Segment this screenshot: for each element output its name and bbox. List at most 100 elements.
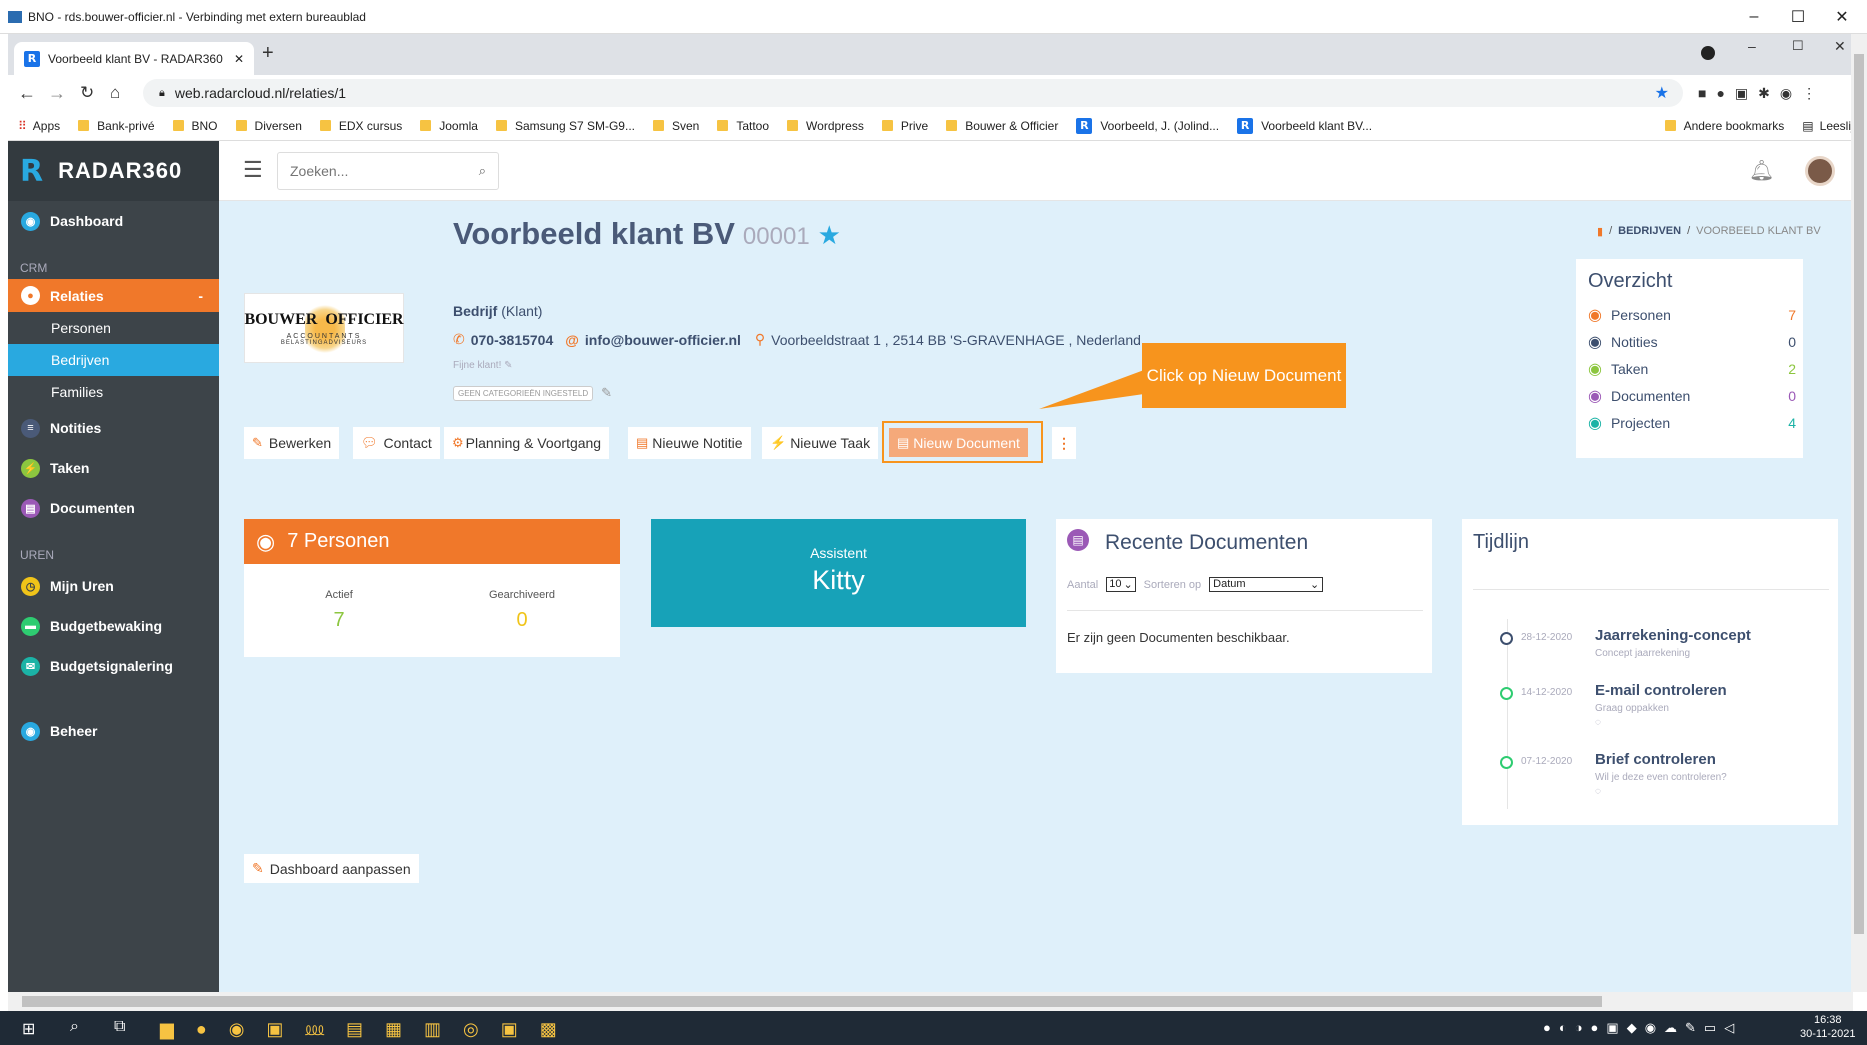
overzicht-item-personen[interactable]: ◉ Personen 7 [1588, 301, 1796, 328]
chrome-minimize-icon[interactable]: – [1748, 38, 1756, 54]
browser-tab[interactable]: R Voorbeeld klant BV - RADAR360 ✕ [14, 42, 254, 75]
bookmark-apps[interactable]: Apps [33, 119, 60, 133]
overzicht-count: 2 [1788, 360, 1796, 377]
search-icon[interactable]: ⌕ [70, 1018, 79, 1036]
breadcrumb-bedrijven[interactable]: BEDRIJVEN [1618, 225, 1681, 238]
windows-start-icon[interactable]: ⊞ [22, 1019, 35, 1039]
chrome-maximize-icon[interactable]: ☐ [1792, 38, 1804, 54]
bookmark-item[interactable]: Joomla [420, 119, 478, 133]
extension-icons[interactable]: ■●▣✱◉⋮ [1698, 85, 1826, 102]
edit-pencil-icon[interactable]: ✎ [504, 360, 512, 371]
home-icon[interactable]: ⌂ [110, 83, 120, 103]
search-input[interactable] [290, 163, 460, 179]
overzicht-item-notities[interactable]: ◉ Notities 0 [1588, 328, 1796, 355]
horizontal-scrollbar[interactable] [8, 992, 1853, 1011]
bookmark-item[interactable]: Diversen [235, 119, 302, 133]
bookmark-item[interactable]: Prive [881, 119, 928, 133]
sidebar-item-dashboard[interactable]: ◉ Dashboard [8, 201, 219, 241]
profile-dropdown-icon[interactable] [1701, 46, 1715, 60]
contact-button[interactable]: 💬︎ Contact [353, 427, 440, 459]
sidebar-item-families[interactable]: Families [8, 376, 219, 408]
favorite-star-icon[interactable]: ★ [818, 220, 841, 251]
system-tray-icons[interactable]: ●◐◑●▣◆◉☁✎▭◁ [1543, 1020, 1742, 1036]
overzicht-item-projecten[interactable]: ◉ Projecten 4 [1588, 409, 1796, 436]
bookmark-item[interactable]: Samsung S7 SM-G9... [495, 119, 635, 133]
apps-icon[interactable]: ⠿ [18, 119, 27, 133]
browser-tab-title: Voorbeeld klant BV - RADAR360 [48, 51, 223, 66]
sidebar-item-documenten[interactable]: ▤ Documenten [8, 488, 219, 528]
forward-icon[interactable]: → [48, 83, 66, 104]
sidebar-item-beheer[interactable]: ◉ Beheer [8, 711, 219, 751]
vertical-scrollbar[interactable] [1851, 34, 1867, 992]
comment-icon[interactable]: ◌ [1595, 786, 1601, 797]
sidebar-item-taken[interactable]: ⚡ Taken [8, 448, 219, 488]
bookmark-item[interactable]: EDX cursus [319, 119, 402, 133]
sidebar-item-label: Mijn Uren [50, 578, 114, 594]
sidebar-item-personen[interactable]: Personen [8, 312, 219, 344]
new-note-button[interactable]: ▤ Nieuwe Notitie [628, 427, 751, 459]
rdp-minimize-icon[interactable]: – [1731, 0, 1777, 34]
tijdlijn-title: Tijdlijn [1473, 531, 1529, 553]
scroll-thumb[interactable] [1854, 54, 1864, 934]
edit-button[interactable]: ✎ Bewerken [244, 427, 340, 459]
sidebar-item-budgetbewaking[interactable]: ▬ Budgetbewaking [8, 606, 219, 646]
task-view-icon[interactable]: ⧉ [114, 1018, 125, 1036]
divider [1473, 589, 1829, 590]
sidebar-item-mijn-uren[interactable]: ◷ Mijn Uren [8, 566, 219, 606]
sidebar-item-notities[interactable]: ≡ Notities [8, 408, 219, 448]
logo-text: BELASTINGADVISEURS [280, 339, 368, 346]
overzicht-item-taken[interactable]: ◉ Taken 2 [1588, 355, 1796, 382]
other-bookmarks[interactable]: Andere bookmarks [1664, 119, 1784, 133]
breadcrumb: ▮ / BEDRIJVEN / VOORBEELD KLANT BV [1597, 225, 1821, 238]
bookmark-item[interactable]: BNO [172, 119, 218, 133]
aantal-select[interactable]: 10 ⌄ [1106, 577, 1136, 592]
overzicht-label: Documenten [1610, 387, 1691, 404]
new-tab-icon[interactable]: + [262, 42, 274, 65]
bookmark-item[interactable]: Bank-privé [78, 119, 155, 133]
email-link[interactable]: info@bouwer-officier.nl [585, 332, 741, 348]
reload-icon[interactable]: ↻ [80, 83, 94, 103]
sidebar-item-bedrijven[interactable]: Bedrijven [8, 344, 219, 376]
bookmark-item[interactable]: Sven [652, 119, 699, 133]
scroll-thumb[interactable] [22, 996, 1602, 1007]
bookmark-item[interactable]: Tattoo [717, 119, 769, 133]
rdp-maximize-icon[interactable]: ☐ [1775, 0, 1821, 34]
planning-button[interactable]: ⚙ Planning & Voortgang [444, 427, 610, 459]
search-icon[interactable]: ⌕ [479, 163, 486, 179]
url-bar[interactable]: 🔒︎ web.radarcloud.nl/relaties/1 ★ [143, 79, 1683, 107]
breadcrumb-separator: / [1687, 225, 1691, 237]
bell-icon[interactable]: 🔔︎ [1749, 158, 1774, 183]
bookmark-item[interactable]: Wordpress [787, 119, 864, 133]
bookmark-item[interactable]: R Voorbeeld, J. (Jolind... [1076, 117, 1219, 134]
bookmark-item[interactable]: R Voorbeeld klant BV... [1237, 117, 1372, 134]
chrome-close-icon[interactable]: ✕ [1834, 38, 1846, 55]
bookmark-star-icon[interactable]: ★ [1655, 83, 1669, 103]
back-icon[interactable]: ← [18, 83, 36, 104]
avatar[interactable] [1805, 156, 1835, 186]
comment-icon[interactable]: ◌ [1595, 717, 1601, 728]
bookmark-item[interactable]: Bouwer & Officier [946, 119, 1058, 133]
personen-card-header[interactable]: ◉ 7 Personen [244, 519, 620, 564]
hamburger-menu-icon[interactable]: ☰ [243, 157, 263, 183]
more-actions-button[interactable]: ⋮ [1052, 427, 1076, 459]
collapse-icon[interactable]: - [198, 288, 203, 304]
tab-close-icon[interactable]: ✕ [234, 52, 244, 66]
new-document-button[interactable]: ▤ Nieuw Document [889, 428, 1028, 457]
assistent-card[interactable]: Assistent Kitty [651, 519, 1026, 627]
search-box[interactable]: ⌕ [277, 152, 499, 190]
clock[interactable]: 16:38 30-11-2021 [1800, 1014, 1855, 1040]
building-icon[interactable]: ▮ [1597, 225, 1603, 238]
edit-pencil-icon[interactable]: ✎ [601, 385, 612, 401]
dashboard-aanpassen-button[interactable]: ✎ Dashboard aanpassen [244, 854, 419, 883]
chat-icon: 💬︎ [361, 435, 378, 450]
sidebar-item-budgetsignalering[interactable]: ✉ Budgetsignalering [8, 646, 219, 686]
app-logo[interactable]: R RADAR360 [8, 141, 219, 201]
rdp-close-icon[interactable]: ✕ [1819, 0, 1865, 34]
phone-link[interactable]: 070-3815704 [471, 332, 554, 348]
new-task-button[interactable]: ⚡ Nieuwe Taak [762, 427, 879, 459]
sidebar-item-relaties[interactable]: ● Relaties - [8, 279, 219, 312]
taskbar-app-icons[interactable]: ▆●◉▣⅏▤▦▥◎▣▩ [160, 1017, 579, 1041]
sort-select[interactable]: Datum ⌄ [1209, 577, 1324, 592]
overzicht-item-documenten[interactable]: ◉ Documenten 0 [1588, 382, 1796, 409]
overzicht-label: Personen [1610, 306, 1671, 323]
